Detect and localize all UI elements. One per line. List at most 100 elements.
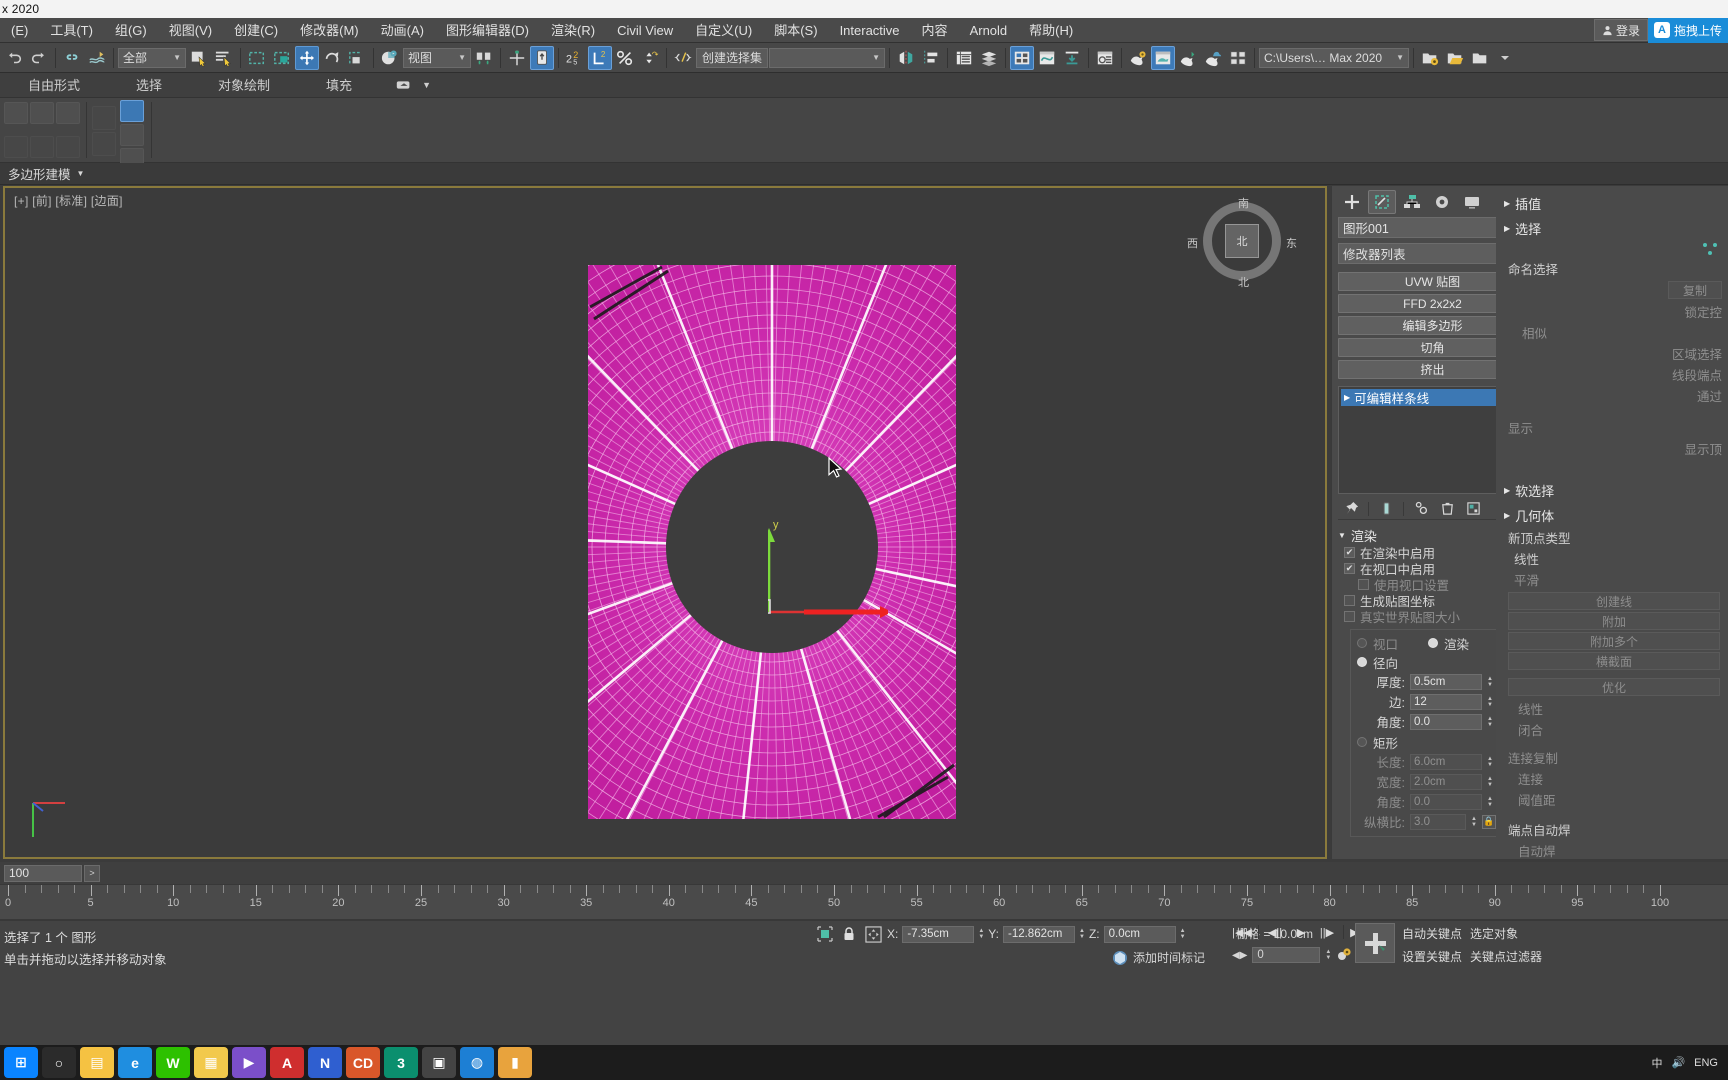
volume-icon[interactable]: 🔊: [1671, 1056, 1685, 1069]
selection-filter-dropdown[interactable]: 全部 ▼: [118, 47, 186, 68]
menu-item-interactive[interactable]: Interactive: [829, 18, 911, 43]
auto-key-button[interactable]: 自动关键点: [1402, 925, 1462, 942]
viewport-radio[interactable]: [1357, 638, 1367, 648]
ribbon-tool-7[interactable]: [92, 106, 116, 130]
select-link-icon[interactable]: [60, 46, 84, 70]
select-and-move-icon[interactable]: [295, 45, 319, 70]
ribbon-tool-10[interactable]: [120, 124, 144, 146]
menu-item-scripting[interactable]: 脚本(S): [763, 18, 828, 43]
percent-snap-2-5-icon[interactable]: 225: [563, 46, 587, 70]
x-field[interactable]: -7.35cm: [902, 925, 975, 943]
ribbon-tool-2[interactable]: [30, 102, 54, 124]
attach-button[interactable]: 附加: [1508, 612, 1720, 630]
angle-snap-toggle-icon[interactable]: [530, 45, 554, 70]
scene-explorer-icon[interactable]: [977, 46, 1001, 70]
remove-modifier-icon[interactable]: [1438, 500, 1456, 518]
rectangular-radio[interactable]: [1357, 737, 1367, 747]
configure-sets-icon[interactable]: [1464, 500, 1482, 518]
ribbon-tool-8[interactable]: [92, 132, 116, 156]
enable-in-render-checkbox[interactable]: ✔: [1344, 546, 1355, 558]
percent-snap-icon[interactable]: [613, 46, 637, 70]
chat-icon[interactable]: ◍: [460, 1047, 494, 1078]
render-activeshade-icon[interactable]: [1176, 46, 1200, 70]
use-pivot-point-center-icon[interactable]: [472, 46, 496, 70]
viewport-label[interactable]: [+] [前] [标准] [边面]: [14, 192, 123, 209]
select-and-scale-icon[interactable]: [345, 46, 369, 70]
curve-editor-icon[interactable]: [1035, 46, 1059, 70]
tab-modify[interactable]: [1368, 189, 1396, 214]
time-configuration-icon[interactable]: [1336, 947, 1352, 963]
add-time-tag-row[interactable]: 添加时间标记: [1112, 949, 1205, 966]
x-spinner[interactable]: ▲ ▼: [978, 928, 984, 940]
media-icon[interactable]: ▶: [232, 1047, 266, 1078]
z-spinner[interactable]: ▲ ▼: [1180, 928, 1186, 940]
snap-toggle-icon[interactable]: [505, 46, 529, 70]
optimize-button[interactable]: 优化: [1508, 678, 1720, 696]
edit-named-selection-icon[interactable]: [671, 46, 695, 70]
ribbon-tool-3[interactable]: [56, 102, 80, 124]
rollout-triangle-icon[interactable]: ▼: [1338, 531, 1346, 540]
interpolation-rollout-header[interactable]: ▶ 插值: [1496, 190, 1728, 215]
thickness-spinner[interactable]: ▲ ▼: [1487, 676, 1493, 688]
snap-2d-icon[interactable]: 2: [588, 45, 612, 70]
undo-icon[interactable]: [2, 46, 26, 70]
enable-in-viewport-checkbox[interactable]: ✔: [1344, 562, 1355, 574]
copy-button[interactable]: 复制: [1668, 281, 1722, 299]
show-end-result-icon[interactable]: [1377, 500, 1395, 518]
render-production-icon[interactable]: [1126, 46, 1150, 70]
play-button[interactable]: ▶: [1291, 923, 1311, 941]
linear-radio-label[interactable]: 线性: [1496, 548, 1728, 569]
upload-button[interactable]: A 拖拽上传: [1647, 17, 1728, 43]
login-button[interactable]: 登录: [1593, 19, 1648, 41]
menu-item-tools[interactable]: 工具(T): [39, 18, 104, 43]
radial-angle-field[interactable]: 0.0: [1410, 713, 1482, 730]
y-field[interactable]: -12.862cm: [1002, 925, 1075, 943]
smooth-radio-label[interactable]: 平滑: [1496, 569, 1728, 590]
selected-object-label[interactable]: 选定对象: [1470, 925, 1518, 942]
spinner-snap-icon[interactable]: ↷: [638, 46, 662, 70]
toolbar-overflow-icon[interactable]: [1493, 46, 1517, 70]
menu-item-create[interactable]: 创建(C): [223, 18, 289, 43]
mirror-icon[interactable]: [894, 46, 918, 70]
ribbon-tool-4[interactable]: [4, 136, 28, 158]
cross-section-button[interactable]: 横截面: [1508, 652, 1720, 670]
use-viewport-settings-checkbox[interactable]: [1358, 578, 1369, 590]
align-icon[interactable]: [919, 46, 943, 70]
geometry-rollout-header[interactable]: ▶ 几何体: [1496, 502, 1728, 527]
y-spinner[interactable]: ▲ ▼: [1079, 928, 1085, 940]
key-mode-icon[interactable]: ◀▶: [1232, 950, 1247, 961]
project-info-icon[interactable]: [1468, 46, 1492, 70]
ribbon-tab-freeform[interactable]: 自由形式: [0, 73, 108, 98]
notes-icon[interactable]: ▦: [194, 1047, 228, 1078]
named-selection-dropdown[interactable]: ▼: [769, 47, 886, 68]
tab-display[interactable]: [1458, 190, 1486, 214]
ime-indicator[interactable]: 中: [1651, 1055, 1662, 1071]
menu-item-civil-view[interactable]: Civil View: [606, 18, 684, 43]
menu-item-views[interactable]: 视图(V): [158, 18, 223, 43]
tab-hierarchy[interactable]: [1398, 190, 1426, 214]
render-frame-window-icon[interactable]: [1093, 46, 1117, 70]
redo-icon[interactable]: [27, 46, 51, 70]
rollout-triangle-icon-4[interactable]: ▶: [1504, 486, 1510, 495]
aspect-lock-icon[interactable]: 🔒: [1481, 814, 1496, 829]
next-frame-button-2[interactable]: ||▶: [1317, 923, 1337, 941]
sides-field[interactable]: 12: [1410, 693, 1482, 710]
menu-item-content[interactable]: 内容: [911, 18, 959, 43]
select-object-icon[interactable]: [187, 46, 211, 70]
menu-item-customize[interactable]: 自定义(U): [684, 18, 763, 43]
view-cube-face[interactable]: 北: [1225, 224, 1259, 258]
selection-lock-region-icon[interactable]: [815, 924, 835, 944]
menu-item-arnold[interactable]: Arnold: [959, 18, 1019, 43]
menu-item-rendering[interactable]: 渲染(R): [540, 18, 606, 43]
search-icon[interactable]: ○: [42, 1047, 76, 1078]
select-by-name-icon[interactable]: [212, 46, 236, 70]
photoshop-icon[interactable]: A: [270, 1047, 304, 1078]
ribbon-tool-5[interactable]: [30, 136, 54, 158]
rollout-triangle-icon-2[interactable]: ▶: [1504, 199, 1510, 208]
folder-icon[interactable]: ▮: [498, 1047, 532, 1078]
next-frame-button[interactable]: >: [84, 864, 100, 882]
rollout-triangle-icon-3[interactable]: ▶: [1504, 224, 1510, 233]
z-field[interactable]: 0.0cm: [1103, 925, 1176, 943]
menu-item-modifiers[interactable]: 修改器(M): [289, 18, 370, 43]
ribbon-tool-1[interactable]: [4, 102, 28, 124]
